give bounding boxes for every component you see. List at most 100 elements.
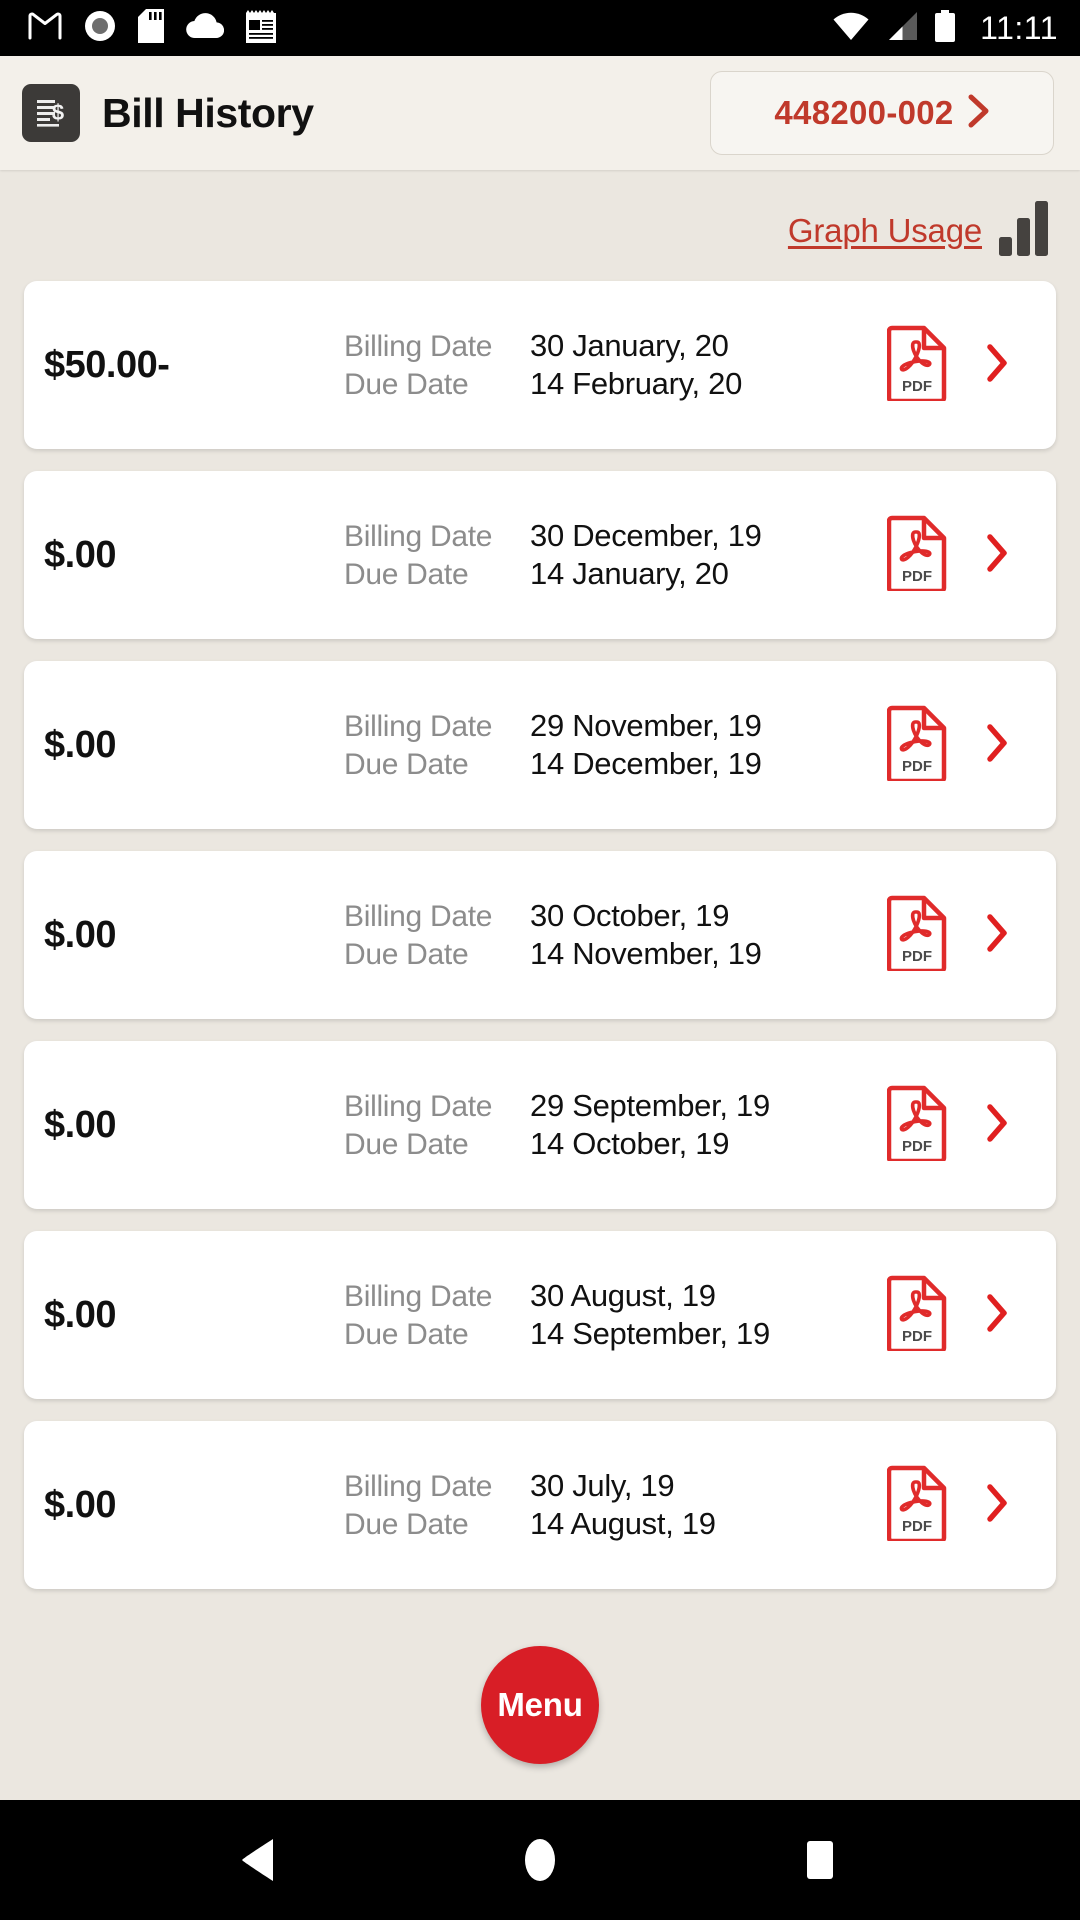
- svg-text:PDF: PDF: [902, 1518, 932, 1535]
- bill-amount: $.00: [44, 1483, 116, 1526]
- billing-date-label: Billing Date: [344, 900, 493, 933]
- svg-text:$: $: [52, 100, 64, 125]
- menu-fab-label: Menu: [497, 1686, 583, 1723]
- svg-text:PDF: PDF: [902, 1328, 932, 1345]
- due-date-value: 14 September, 19: [530, 1316, 770, 1351]
- billing-date-value: 30 January, 20: [530, 328, 729, 363]
- pdf-file-icon: PDF: [886, 705, 949, 786]
- bar-chart-icon[interactable]: [998, 200, 1050, 261]
- bill-card[interactable]: $.00 Billing Date 30 December, 19 Due Date 1…: [24, 471, 1056, 639]
- account-selector-button[interactable]: 448200-002: [710, 71, 1054, 155]
- status-bar-right-icons: 11:11: [832, 9, 1058, 47]
- billing-date-label: Billing Date: [344, 1280, 493, 1313]
- news-icon: [246, 9, 276, 48]
- pdf-download-button[interactable]: PDF: [870, 895, 966, 976]
- due-date-row: Due Date 14 January, 20: [344, 556, 870, 592]
- due-date-row: Due Date 14 September, 19: [344, 1316, 870, 1352]
- bill-card[interactable]: $.00 Billing Date 30 August, 19 Due Date 14 …: [24, 1231, 1056, 1399]
- status-bar-clock: 11:11: [980, 9, 1058, 46]
- due-date-value: 14 December, 19: [530, 746, 762, 781]
- cell-signal-icon: [886, 11, 918, 46]
- due-date-value: 14 November, 19: [530, 936, 762, 971]
- bill-dates: Billing Date 29 September, 19 Due Date 14 O…: [344, 1088, 870, 1162]
- pdf-download-button[interactable]: PDF: [870, 325, 966, 406]
- bill-amount: $.00: [44, 723, 116, 766]
- bill-detail-chevron-button[interactable]: [966, 1483, 1030, 1528]
- billing-date-value: 30 August, 19: [530, 1278, 716, 1313]
- bill-dates: Billing Date 30 July, 19 Due Date 14 August…: [344, 1468, 870, 1542]
- wifi-icon: [832, 11, 870, 46]
- chevron-right-icon: [986, 913, 1010, 958]
- android-navigation-bar: [0, 1800, 1080, 1920]
- pdf-download-button[interactable]: PDF: [870, 1465, 966, 1546]
- bill-detail-chevron-button[interactable]: [966, 723, 1030, 768]
- chevron-right-icon: [986, 343, 1010, 388]
- billing-date-row: Billing Date 30 October, 19: [344, 898, 870, 934]
- account-number-label: 448200-002: [774, 94, 954, 131]
- billing-date-row: Billing Date 30 August, 19: [344, 1278, 870, 1314]
- billing-date-row: Billing Date 30 December, 19: [344, 518, 870, 554]
- recents-square-icon[interactable]: [765, 1805, 875, 1915]
- fab-area: Menu: [0, 1622, 1080, 1800]
- sd-card-icon: [138, 8, 164, 48]
- bill-amount: $.00: [44, 913, 116, 956]
- due-date-row: Due Date 14 December, 19: [344, 746, 870, 782]
- status-bar: 11:11: [0, 0, 1080, 56]
- svg-text:PDF: PDF: [902, 948, 932, 965]
- due-date-row: Due Date 14 November, 19: [344, 936, 870, 972]
- page-title: Bill History: [102, 89, 314, 136]
- chevron-right-icon: [986, 533, 1010, 578]
- svg-text:PDF: PDF: [902, 1138, 932, 1155]
- pdf-file-icon: PDF: [886, 1275, 949, 1356]
- bill-dates: Billing Date 30 October, 19 Due Date 14 Nov…: [344, 898, 870, 972]
- svg-text:PDF: PDF: [902, 568, 932, 585]
- bill-amount: $50.00-: [44, 343, 170, 386]
- app-screen: 11:11 $ Bill History 448200-002 Graph Us…: [0, 0, 1080, 1920]
- bill-card[interactable]: $.00 Billing Date 29 November, 19 Due Date 1…: [24, 661, 1056, 829]
- billing-date-label: Billing Date: [344, 330, 493, 363]
- battery-icon: [934, 9, 956, 47]
- due-date-label: Due Date: [344, 558, 469, 591]
- billing-date-label: Billing Date: [344, 1090, 493, 1123]
- due-date-label: Due Date: [344, 368, 469, 401]
- bill-detail-chevron-button[interactable]: [966, 913, 1030, 958]
- pdf-file-icon: PDF: [886, 895, 949, 976]
- billing-date-label: Billing Date: [344, 710, 493, 743]
- cloud-icon: [186, 12, 225, 44]
- gmail-icon: [28, 12, 62, 45]
- home-circle-icon[interactable]: [485, 1805, 595, 1915]
- bill-card[interactable]: $50.00- Billing Date 30 January, 20 Due Dat…: [24, 281, 1056, 449]
- graph-usage-link[interactable]: Graph Usage: [788, 212, 982, 250]
- billing-date-value: 30 October, 19: [530, 898, 730, 933]
- pdf-download-button[interactable]: PDF: [870, 1085, 966, 1166]
- svg-text:PDF: PDF: [902, 378, 932, 395]
- due-date-label: Due Date: [344, 748, 469, 781]
- pdf-download-button[interactable]: PDF: [870, 515, 966, 596]
- bill-detail-chevron-button[interactable]: [966, 1103, 1030, 1148]
- billing-date-label: Billing Date: [344, 1470, 493, 1503]
- billing-date-row: Billing Date 29 September, 19: [344, 1088, 870, 1124]
- bill-detail-chevron-button[interactable]: [966, 343, 1030, 388]
- graph-usage-row: Graph Usage: [0, 170, 1080, 281]
- menu-fab-button[interactable]: Menu: [481, 1646, 599, 1764]
- bill-detail-chevron-button[interactable]: [966, 533, 1030, 578]
- svg-text:PDF: PDF: [902, 758, 932, 775]
- back-triangle-icon[interactable]: [205, 1805, 315, 1915]
- pdf-download-button[interactable]: PDF: [870, 1275, 966, 1356]
- bill-amount: $.00: [44, 1293, 116, 1336]
- due-date-row: Due Date 14 August, 19: [344, 1506, 870, 1542]
- bill-card[interactable]: $.00 Billing Date 30 October, 19 Due Date 14…: [24, 851, 1056, 1019]
- chevron-right-icon: [986, 1103, 1010, 1148]
- bill-card[interactable]: $.00 Billing Date 30 July, 19 Due Date 14 Au…: [24, 1421, 1056, 1589]
- due-date-value: 14 October, 19: [530, 1126, 730, 1161]
- due-date-value: 14 February, 20: [530, 366, 743, 401]
- bill-detail-chevron-button[interactable]: [966, 1293, 1030, 1338]
- due-date-value: 14 January, 20: [530, 556, 729, 591]
- pdf-file-icon: PDF: [886, 1085, 949, 1166]
- bill-amount: $.00: [44, 533, 116, 576]
- bill-card[interactable]: $.00 Billing Date 29 September, 19 Due Date…: [24, 1041, 1056, 1209]
- due-date-label: Due Date: [344, 1318, 469, 1351]
- app-header: $ Bill History 448200-002: [0, 56, 1080, 170]
- pdf-download-button[interactable]: PDF: [870, 705, 966, 786]
- chevron-right-icon: [986, 1293, 1010, 1338]
